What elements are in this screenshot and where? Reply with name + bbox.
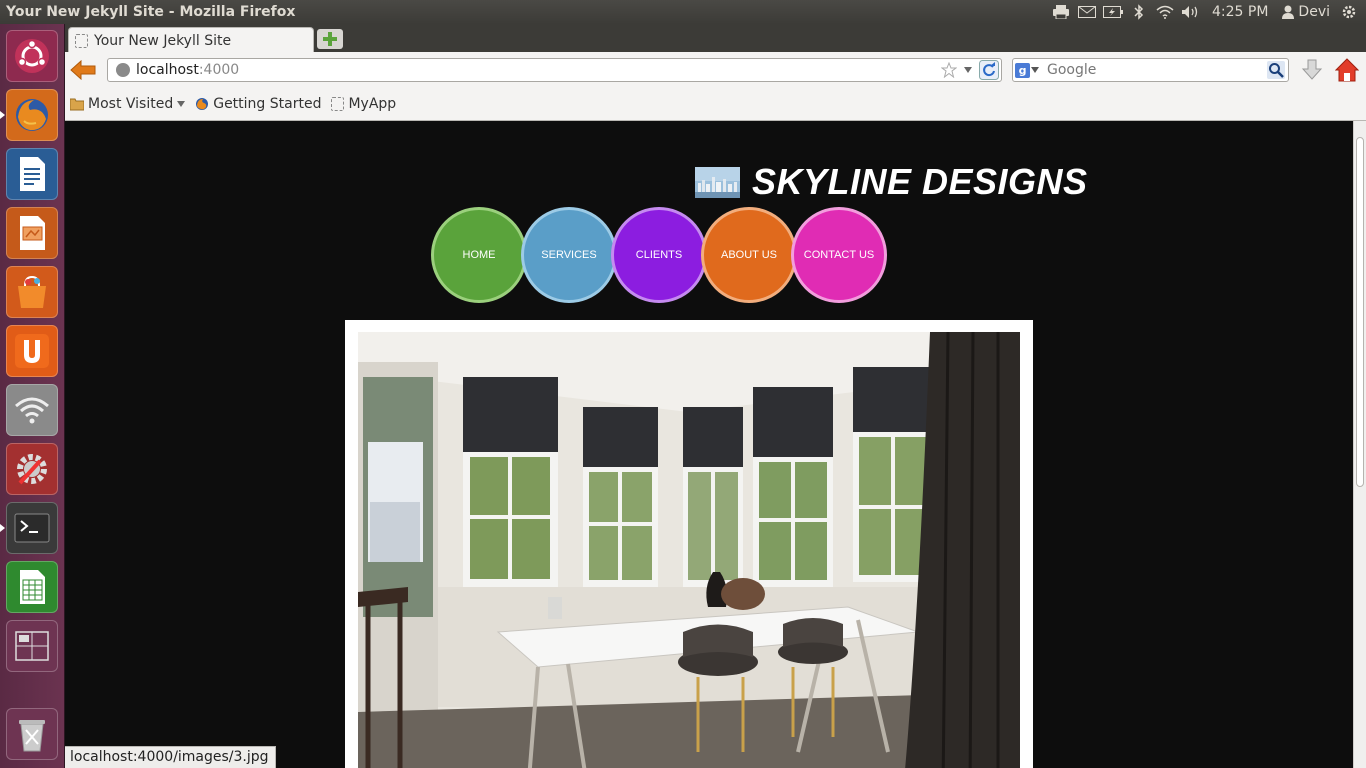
impress-icon[interactable] [6,207,58,259]
page-viewport: SKYLINE DESIGNS HOME SERVICES CLIENTS AB… [65,121,1353,768]
clock[interactable]: 4:25 PM [1204,4,1276,20]
tab-bar: Your New Jekyll Site [65,24,1366,53]
plus-icon [323,32,337,46]
bookmark-star-icon[interactable] [941,62,957,78]
nav-label: CLIENTS [635,249,683,261]
ubuntu-one-icon[interactable] [6,325,58,377]
url-bar[interactable]: localhost:4000 [107,58,1002,82]
site-title: SKYLINE DESIGNS [752,161,1088,202]
bookmark-label: MyApp [348,96,397,112]
bookmark-getting-started[interactable]: Getting Started [190,93,326,115]
nav-label: ABOUT US [720,249,778,261]
gallery-photo[interactable] [358,332,1020,768]
bluetooth-icon[interactable] [1126,0,1152,24]
network-icon[interactable] [6,384,58,436]
nav-contact-us[interactable]: CONTACT US [791,207,887,303]
search-bar[interactable]: g Google [1012,58,1289,82]
bookmark-myapp[interactable]: MyApp [326,93,401,115]
page-scrollbar[interactable] [1353,121,1366,768]
ubuntu-dash-icon[interactable] [6,30,58,82]
software-center-icon[interactable] [6,266,58,318]
folder-icon [70,98,84,111]
calc-icon[interactable] [6,561,58,613]
new-tab-button[interactable] [317,29,343,49]
back-arrow-icon [70,60,96,80]
url-port: :4000 [198,62,240,78]
printer-icon[interactable] [1048,0,1074,24]
page-icon [75,33,88,48]
firefox-favicon-icon [196,98,209,110]
chevron-down-icon [1031,67,1039,73]
bookmark-label: Most Visited [88,96,174,112]
home-icon[interactable] [1335,58,1359,82]
active-pip [0,111,5,119]
firefox-window: Your New Jekyll Site localhost:4000 g Go… [65,24,1366,768]
firefox-icon[interactable] [6,89,58,141]
site-header: SKYLINE DESIGNS [695,161,1088,203]
search-icon[interactable] [1267,61,1285,79]
status-bar: localhost:4000/images/3.jpg [65,746,276,768]
bookmarks-toolbar: Most Visited Getting Started MyApp [65,88,1366,121]
nav-label: HOME [462,249,496,261]
workspace-switcher-icon[interactable] [6,620,58,672]
top-panel: Your New Jekyll Site - Mozilla Firefox 4… [0,0,1366,24]
window-title: Your New Jekyll Site - Mozilla Firefox [6,4,296,20]
nav-label: CONTACT US [803,249,875,261]
page-icon [331,97,345,111]
running-pip [0,524,5,532]
user-name: Devi [1298,4,1330,20]
bookmark-most-visited[interactable]: Most Visited [65,93,190,115]
system-settings-icon[interactable] [6,443,58,495]
scrollbar-thumb[interactable] [1356,137,1364,487]
nav-about-us[interactable]: ABOUT US [701,207,797,303]
battery-icon[interactable] [1100,0,1126,24]
user-menu[interactable]: Devi [1276,4,1336,20]
search-engine-selector[interactable]: g [1013,59,1041,81]
trash-icon[interactable] [6,708,58,760]
wifi-icon[interactable] [1152,0,1178,24]
download-icon[interactable] [1301,59,1323,81]
search-placeholder: Google [1047,62,1097,78]
chevron-down-icon [177,101,186,107]
nav-services[interactable]: SERVICES [521,207,617,303]
site-nav: HOME SERVICES CLIENTS ABOUT US CONTACT U… [431,207,887,303]
globe-icon [116,63,130,77]
bookmark-label: Getting Started [213,96,322,112]
reload-icon[interactable] [979,60,999,80]
launcher [0,24,65,768]
writer-icon[interactable] [6,148,58,200]
user-icon [1282,5,1295,19]
tab-title: Your New Jekyll Site [94,32,232,49]
back-button[interactable] [69,58,97,82]
navigation-toolbar: localhost:4000 g Google [65,52,1366,88]
gallery-frame [345,320,1033,768]
google-icon: g [1015,62,1030,78]
url-host: localhost [136,62,199,78]
nav-label: SERVICES [541,249,597,261]
nav-home[interactable]: HOME [431,207,527,303]
terminal-icon[interactable] [6,502,58,554]
system-tray: 4:25 PM Devi [1048,0,1366,24]
tab-active[interactable]: Your New Jekyll Site [68,27,314,53]
session-gear-icon[interactable] [1336,0,1362,24]
skyline-logo [695,166,740,198]
history-dropdown-icon[interactable] [963,66,973,74]
mail-icon[interactable] [1074,0,1100,24]
nav-clients[interactable]: CLIENTS [611,207,707,303]
volume-icon[interactable] [1178,0,1204,24]
